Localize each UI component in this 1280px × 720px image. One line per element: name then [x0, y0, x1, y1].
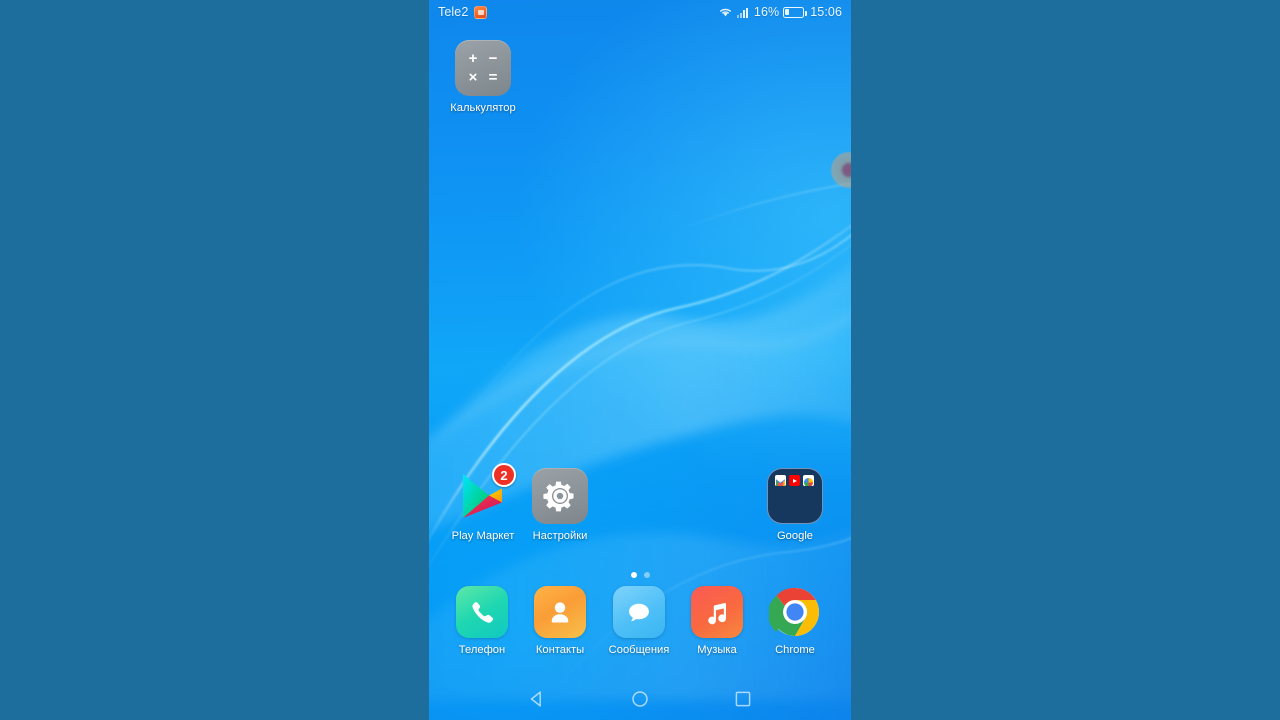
dock-item-phone[interactable]: Телефон [443, 586, 521, 656]
app-icon-google-folder[interactable]: Google [752, 468, 838, 543]
status-bar: Tele2 16% 15:06 [429, 0, 851, 24]
app-notification-icon [474, 5, 488, 19]
dock-label-music: Музыка [697, 644, 737, 656]
wifi-icon [718, 6, 733, 18]
app-label-play-market: Play Маркет [451, 530, 515, 542]
dock-label-messages: Сообщения [608, 644, 670, 656]
dock-item-messages[interactable]: Сообщения [600, 586, 678, 656]
phone-screen: Tele2 16% 15:06 + − × = Калькулятор 2 Pl… [429, 0, 851, 720]
letterbox-right [851, 0, 1280, 720]
page-dot-2[interactable] [643, 572, 650, 578]
back-triangle-icon[interactable] [524, 686, 550, 712]
app-label-calculator: Калькулятор [450, 102, 516, 114]
status-bar-right: 16% 15:06 [718, 5, 842, 19]
dock-item-chrome[interactable]: Chrome [756, 586, 834, 656]
app-icon-calculator[interactable]: + − × = Калькулятор [440, 40, 526, 115]
photos-icon [803, 475, 814, 486]
app-icon-play-market[interactable]: 2 Play Маркет [440, 463, 526, 543]
page-dot-1[interactable] [630, 572, 637, 578]
gear-icon [532, 468, 588, 524]
app-label-settings: Настройки [532, 530, 588, 542]
clock-label: 15:06 [810, 5, 842, 19]
calculator-icon: + − × = [455, 40, 511, 96]
dock-label-phone: Телефон [458, 644, 506, 656]
phone-handset-icon [456, 586, 508, 638]
dock-label-contacts: Контакты [535, 644, 585, 656]
dock-label-chrome: Chrome [775, 644, 815, 656]
navigation-bar [429, 678, 851, 720]
gmail-icon [775, 475, 786, 486]
dock-item-music[interactable]: Музыка [678, 586, 756, 656]
chrome-icon [769, 586, 821, 638]
dock-item-contacts[interactable]: Контакты [521, 586, 599, 656]
folder-icon [767, 468, 823, 524]
recents-square-icon[interactable] [730, 686, 756, 712]
music-note-icon [691, 586, 743, 638]
badge-count-play-market: 2 [492, 463, 516, 487]
page-indicator[interactable] [429, 572, 851, 578]
person-icon [534, 586, 586, 638]
status-bar-left: Tele2 [438, 5, 488, 19]
battery-icon [783, 6, 807, 18]
carrier-label: Tele2 [438, 5, 469, 19]
calc-plus-symbol: + [468, 50, 478, 67]
screen-recording-frame: Tele2 16% 15:06 + − × = Калькулятор 2 Pl… [0, 0, 1280, 720]
home-circle-icon[interactable] [627, 686, 653, 712]
youtube-icon [789, 475, 800, 486]
app-icon-settings[interactable]: Настройки [517, 468, 603, 543]
calc-times-symbol: × [468, 69, 478, 86]
folder-preview-row [775, 475, 815, 486]
letterbox-left [0, 0, 429, 720]
cellular-signal-icon [736, 7, 750, 18]
app-label-google-folder: Google [776, 530, 814, 542]
play-store-icon: 2 [455, 463, 516, 524]
speech-bubble-icon [613, 586, 665, 638]
calc-equals-symbol: = [488, 69, 498, 86]
battery-percent-label: 16% [753, 5, 780, 19]
calc-minus-symbol: − [488, 50, 498, 67]
dock: Телефон Контакты Сообщения Музыка Chrome [429, 586, 851, 672]
